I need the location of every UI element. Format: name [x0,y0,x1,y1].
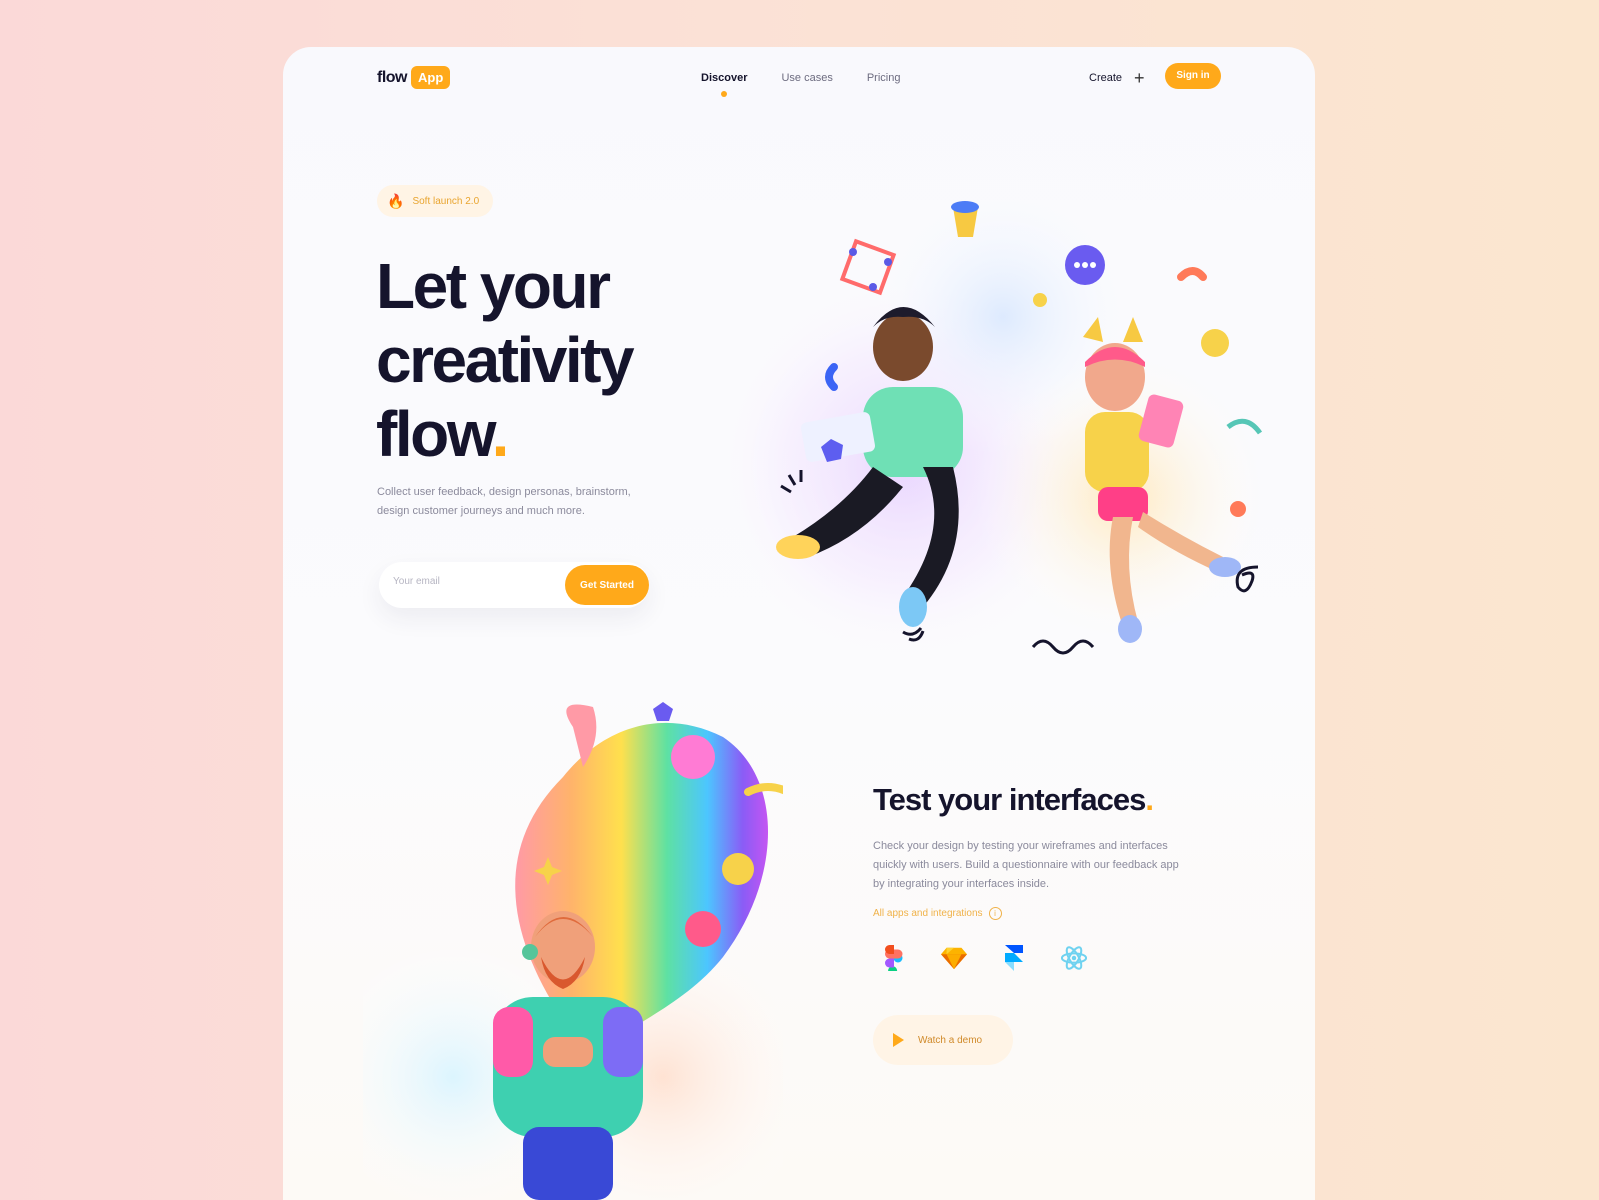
email-signup-form: Get Started [379,562,649,608]
nav-item-pricing[interactable]: Pricing [867,72,901,84]
hero-title-line2: creativity [376,324,635,396]
integrations-label: All apps and integrations [873,908,983,919]
create-label: Create [1089,72,1123,84]
logo-word: flow [377,68,408,86]
info-icon: i [988,907,1002,920]
play-icon [893,1033,904,1047]
figma-icon[interactable] [881,945,907,971]
plus-icon: + [1134,68,1145,88]
logo[interactable]: flow App [377,66,451,89]
nav-item-discover[interactable]: Discover [701,72,747,97]
create-button[interactable]: Create + [1089,69,1145,87]
hero-title: Let your creativity flow. [376,249,635,471]
hero-title-dot: . [491,398,510,470]
watch-demo-label: Watch a demo [918,1034,983,1046]
hero-title-line3: flow [376,398,494,470]
signin-button[interactable]: Sign in [1165,63,1221,89]
react-icon[interactable] [1061,945,1087,971]
integration-app-icons [881,945,1087,971]
logo-badge: App [411,66,451,89]
nav-item-use-cases[interactable]: Use cases [781,72,832,84]
email-input[interactable] [393,576,553,587]
get-started-button[interactable]: Get Started [565,565,649,605]
launch-badge: 🔥 Soft launch 2.0 [377,185,494,217]
rainbow-illustration [363,702,783,1200]
main-nav: Discover Use cases Pricing [701,72,901,97]
landing-page-card: flow App Discover Use cases Pricing Crea… [283,47,1315,1200]
hero-illustration [703,177,1263,667]
section-description: Check your design by testing your wirefr… [873,840,1179,890]
section-title: Test your interfaces. [873,782,1154,818]
section-title-dot: . [1145,782,1154,817]
flame-icon: 🔥 [387,192,405,209]
watch-demo-button[interactable]: Watch a demo [873,1015,1013,1065]
sketch-icon[interactable] [941,945,967,971]
integrations-link[interactable]: All apps and integrations i [873,907,1002,920]
launch-badge-label: Soft launch 2.0 [412,195,480,207]
hero-description: Collect user feedback, design personas, … [377,486,631,517]
framer-icon[interactable] [1001,945,1027,971]
section-title-text: Test your interfaces [873,782,1146,817]
hero-title-line1: Let your [376,250,611,322]
